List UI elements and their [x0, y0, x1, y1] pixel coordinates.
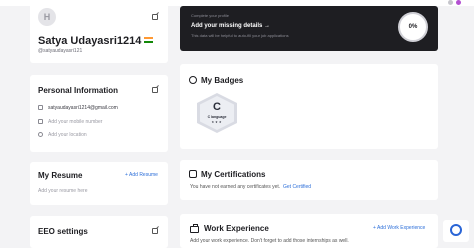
profile-name: Satya Udayasri1214: [38, 35, 154, 47]
location-icon: [38, 132, 43, 137]
certifications-empty-text: You have not earned any certificates yet…: [190, 184, 281, 190]
email-value: satyaudayasri1214@gmail.com: [48, 105, 118, 111]
edit-icon[interactable]: [152, 14, 158, 20]
badge-letter: C: [213, 101, 221, 113]
get-certified-link[interactable]: Get Certified: [283, 184, 311, 190]
extension-icon[interactable]: [448, 0, 453, 5]
badge-stars: ★★★: [211, 120, 223, 124]
resume-placeholder: Add your resume here: [38, 188, 88, 194]
certifications-title: My Certifications: [201, 170, 266, 179]
banner-description: This data will be helpful to auto-fill y…: [191, 33, 289, 38]
add-missing-details-link[interactable]: Add your missing details →: [191, 23, 270, 29]
profile-completion-banner: Complete your profile Add your missing d…: [180, 6, 438, 51]
resume-title: My Resume: [38, 171, 83, 180]
eeo-title: EEO settings: [38, 227, 88, 236]
briefcase-icon: [190, 224, 199, 233]
edit-icon[interactable]: [152, 228, 158, 234]
badge-name: C language: [207, 115, 227, 119]
profile-handle: @satyaudayasri121: [38, 48, 83, 54]
profile-icon[interactable]: [456, 0, 461, 5]
work-experience-card: Work Experience + Add Work Experience Ad…: [180, 214, 438, 248]
edit-icon[interactable]: [152, 87, 158, 93]
add-resume-link[interactable]: + Add Resume: [125, 172, 158, 178]
banner-subtitle: Complete your profile: [191, 13, 230, 18]
badge-face: C C language ★★★: [200, 96, 234, 130]
work-experience-desc: Add your work experience. Don't forget t…: [190, 238, 349, 244]
india-flag-icon: [144, 37, 154, 43]
mail-icon: [38, 105, 43, 110]
chat-widget-button[interactable]: [443, 220, 469, 242]
work-experience-title: Work Experience: [204, 224, 269, 233]
badges-title: My Badges: [201, 76, 244, 85]
location-field[interactable]: Add your location: [48, 132, 87, 138]
eeo-card: EEO settings: [30, 216, 168, 248]
resume-card: My Resume + Add Resume Add your resume h…: [30, 162, 168, 205]
mobile-field[interactable]: Add your mobile number: [48, 119, 102, 125]
avatar[interactable]: H: [38, 8, 56, 26]
completion-percent: 0%: [398, 12, 428, 42]
certifications-card: My Certifications You have not earned an…: [180, 160, 438, 200]
personal-info-title: Personal Information: [38, 86, 119, 95]
personal-info-card: Personal Information satyaudayasri1214@g…: [30, 75, 168, 152]
profile-card: H Satya Udayasri1214 @satyaudayasri121: [30, 0, 168, 63]
phone-icon: [38, 119, 43, 124]
badge-icon: [189, 76, 197, 84]
add-work-experience-link[interactable]: + Add Work Experience: [373, 225, 425, 231]
chat-widget-icon: [450, 224, 462, 236]
certificate-icon: [189, 170, 197, 178]
